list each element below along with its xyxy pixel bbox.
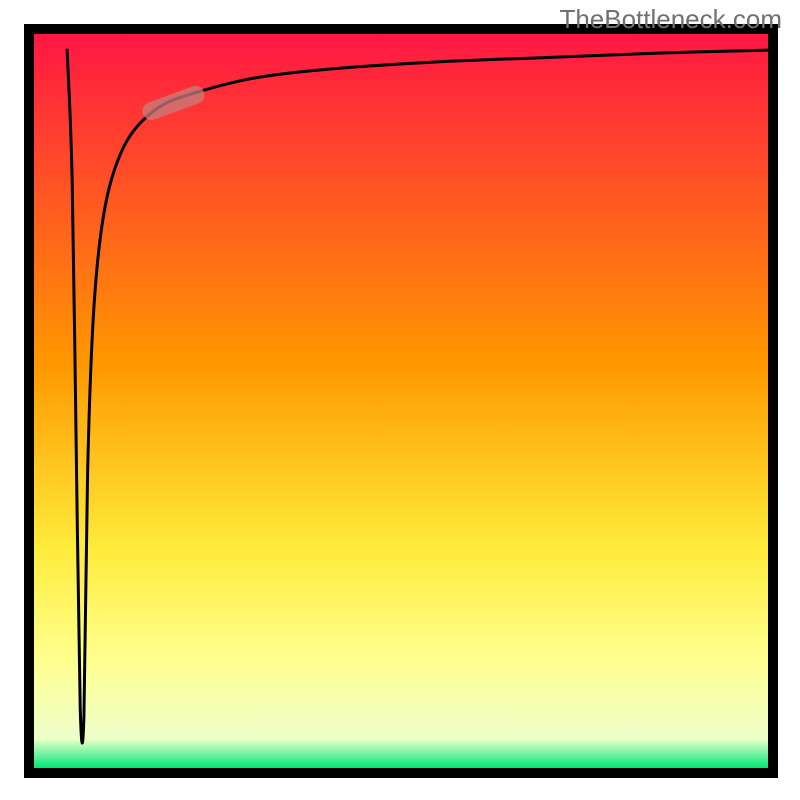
chart-svg (0, 0, 800, 800)
plot-background (34, 34, 768, 768)
bottleneck-chart: TheBottleneck.com (0, 0, 800, 800)
watermark-text: TheBottleneck.com (559, 4, 782, 35)
